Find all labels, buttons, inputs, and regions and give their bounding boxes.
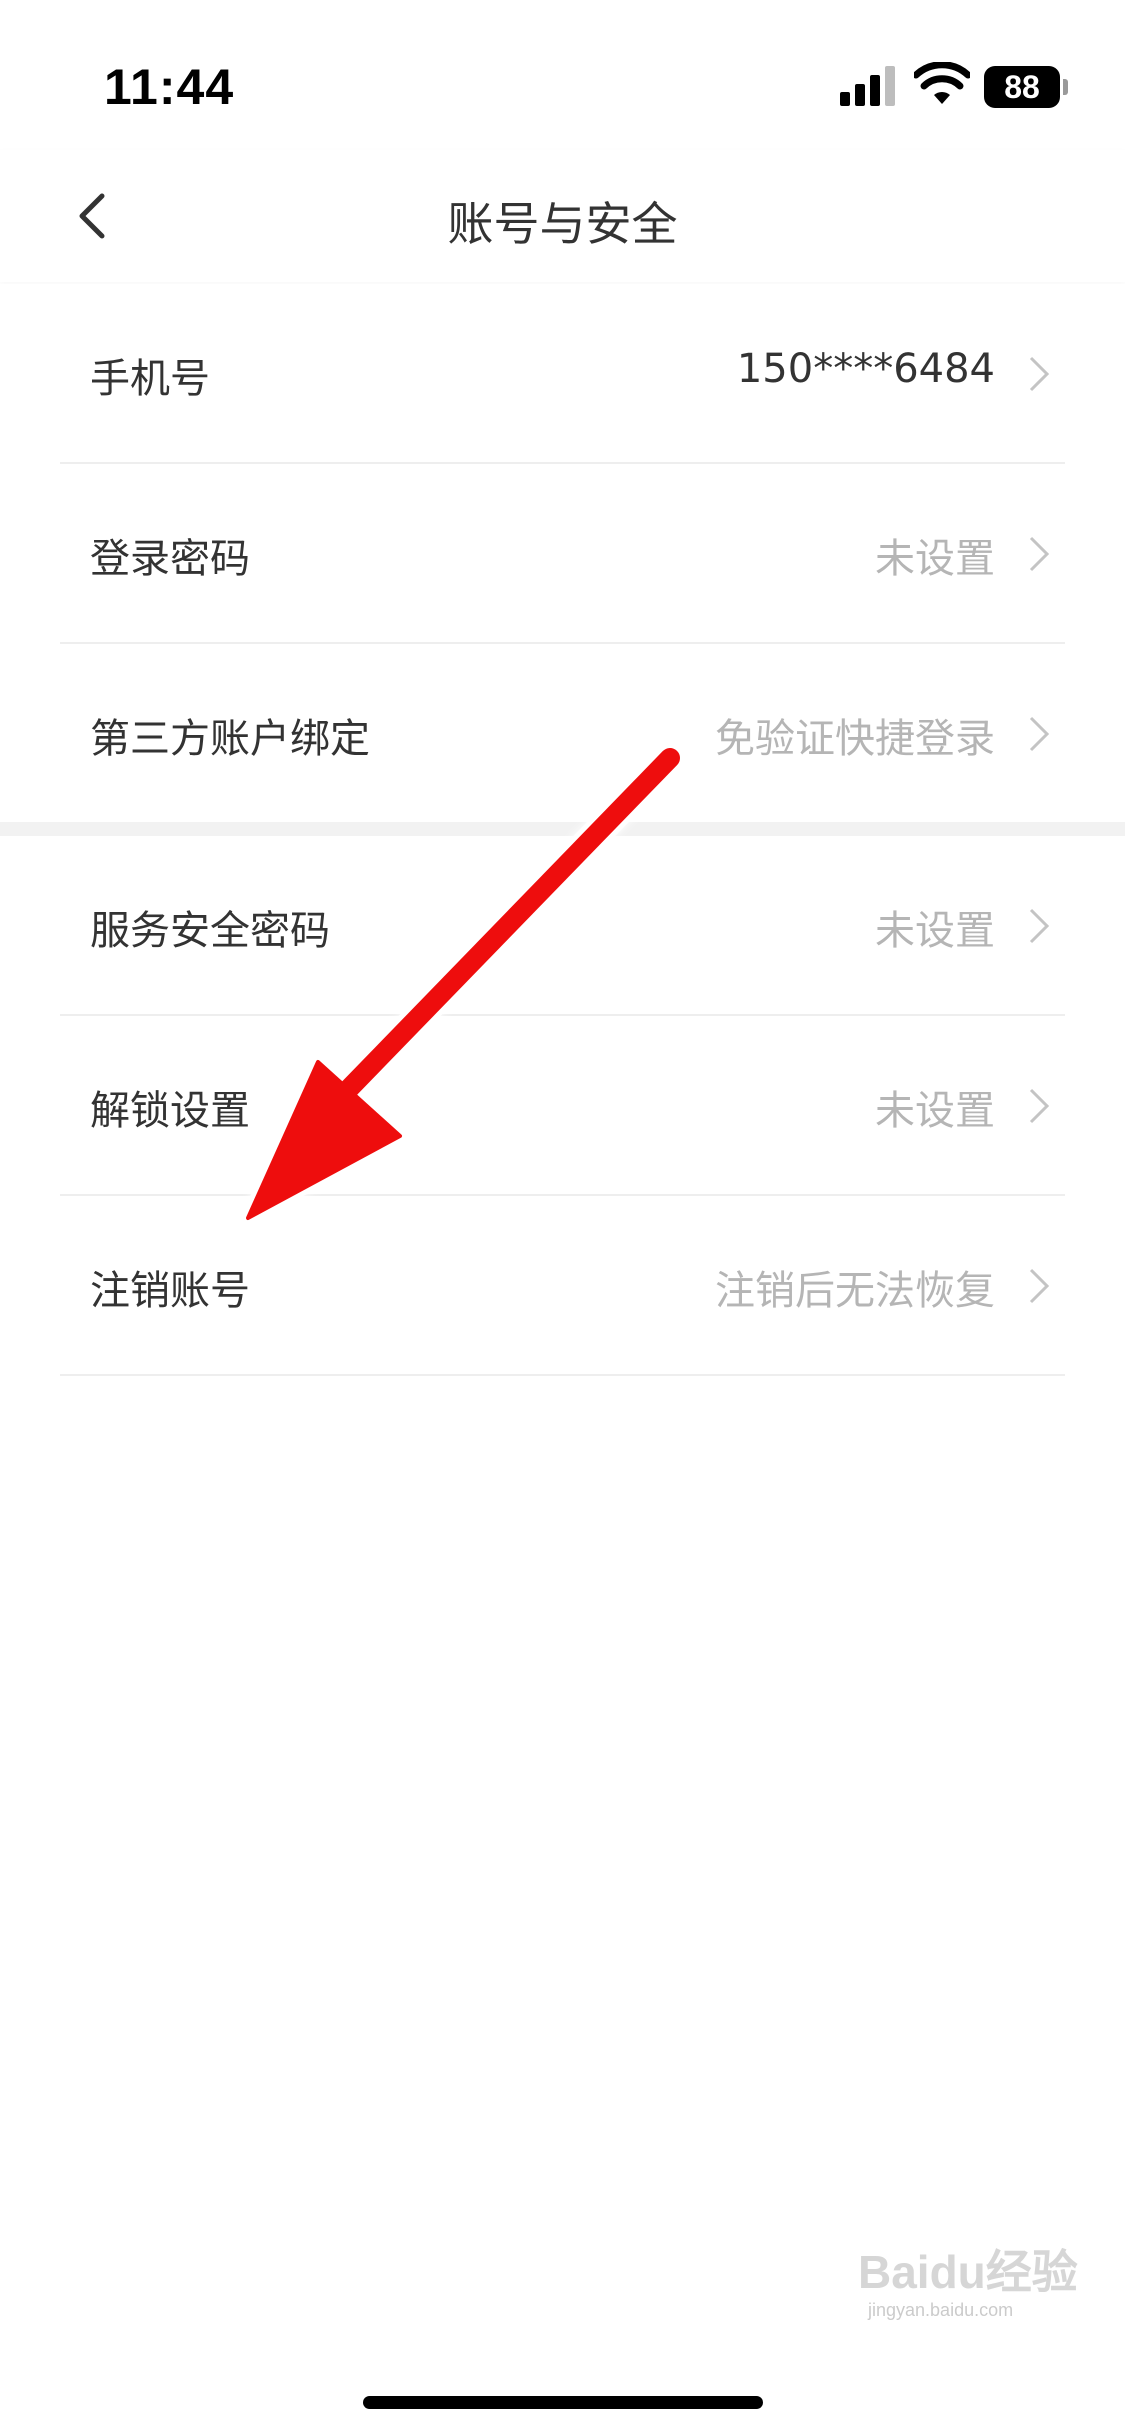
wifi-icon — [914, 62, 970, 104]
row-service-password[interactable]: 服务安全密码 未设置 — [60, 836, 1065, 1016]
battery-level: 88 — [984, 66, 1060, 108]
row-label: 注销账号 — [90, 1268, 250, 1314]
row-delete-account[interactable]: 注销账号 注销后无法恢复 — [60, 1196, 1065, 1376]
watermark-brand: Baidu经验 — [858, 2246, 1078, 2298]
home-indicator[interactable] — [363, 2396, 763, 2409]
page-title: 账号与安全 — [447, 197, 678, 251]
row-value: 注销后无法恢复 — [715, 1268, 995, 1314]
settings-group-security: 服务安全密码 未设置 解锁设置 未设置 注销账号 注销后无法恢复 — [0, 836, 1125, 1376]
row-third-party-binding[interactable]: 第三方账户绑定 免验证快捷登录 — [60, 644, 1065, 824]
row-value: 未设置 — [875, 536, 995, 582]
row-label: 服务安全密码 — [90, 908, 330, 954]
group-divider — [0, 822, 1125, 836]
nav-bar: 账号与安全 — [0, 150, 1125, 282]
row-label: 手机号 — [90, 356, 210, 402]
chevron-right-icon — [1029, 908, 1050, 944]
battery-cap — [1063, 79, 1068, 95]
row-phone-number[interactable]: 手机号 150****6484 — [60, 284, 1065, 464]
row-label: 登录密码 — [90, 536, 250, 582]
chevron-right-icon — [1029, 1088, 1050, 1124]
row-label: 第三方账户绑定 — [90, 716, 370, 762]
baidu-watermark: Baidu经验 jingyan.baidu.com — [858, 2220, 1078, 2330]
battery-icon: 88 — [984, 66, 1068, 108]
settings-group-account: 手机号 150****6484 登录密码 未设置 第三方账户绑定 免验证快捷登录 — [0, 284, 1125, 824]
cellular-signal-icon — [840, 66, 895, 106]
chevron-right-icon — [1029, 1268, 1050, 1304]
chevron-right-icon — [1029, 716, 1050, 752]
watermark-url: jingyan.baidu.com — [868, 2300, 1014, 2320]
chevron-right-icon — [1029, 356, 1050, 392]
row-value: 未设置 — [875, 908, 995, 954]
row-unlock-settings[interactable]: 解锁设置 未设置 — [60, 1016, 1065, 1196]
status-time: 11:44 — [104, 59, 235, 115]
status-bar: 11:44 88 — [0, 0, 1125, 150]
row-value: 150****6484 — [736, 346, 995, 392]
chevron-right-icon — [1029, 536, 1050, 572]
row-value: 免验证快捷登录 — [715, 716, 995, 762]
row-value: 未设置 — [875, 1088, 995, 1134]
row-login-password[interactable]: 登录密码 未设置 — [60, 464, 1065, 644]
row-label: 解锁设置 — [90, 1088, 250, 1134]
